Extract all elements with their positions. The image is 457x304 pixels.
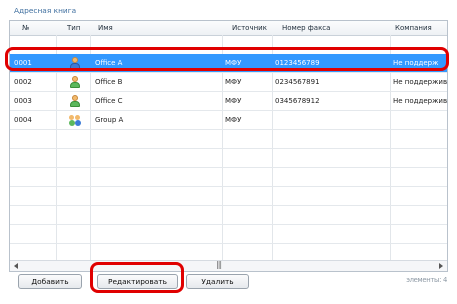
person-green-icon	[69, 95, 81, 107]
scroll-left-icon[interactable]	[14, 263, 18, 269]
cell-name: Office C	[95, 97, 123, 105]
table-row[interactable]: 0001 Office A МФУ 0123456789 Не поддерж	[10, 54, 447, 73]
empty-row	[10, 168, 447, 187]
cell-number: 0003	[14, 97, 32, 105]
table-row[interactable]: 0002 Office B МФУ 0234567891 Не поддержи…	[10, 73, 447, 92]
address-book-table[interactable]: № Тип Имя Источник Номер факса Компания …	[9, 20, 448, 272]
edit-button[interactable]: Редактировать	[97, 274, 178, 289]
cell-name: Group A	[95, 116, 124, 124]
scroll-grip-icon[interactable]: |||	[216, 260, 222, 269]
cell-number: 0004	[14, 116, 32, 124]
cell-number: 0001	[14, 59, 32, 67]
cell-source: МФУ	[225, 97, 242, 105]
column-header-source[interactable]: Источник	[232, 24, 267, 32]
column-header-company[interactable]: Компания	[395, 24, 432, 32]
empty-row	[10, 130, 447, 149]
cell-fax: 0345678912	[275, 97, 320, 105]
table-header: № Тип Имя Источник Номер факса Компания	[10, 21, 447, 36]
empty-row	[10, 187, 447, 206]
cell-number: 0002	[14, 78, 32, 86]
delete-button[interactable]: Удалить	[186, 274, 249, 289]
column-header-number[interactable]: №	[22, 24, 29, 32]
cell-company: Не поддерж	[393, 59, 439, 67]
horizontal-scrollbar[interactable]: |||	[10, 260, 447, 271]
cell-company: Не поддержив	[393, 97, 448, 105]
empty-row	[10, 206, 447, 225]
column-header-name[interactable]: Имя	[98, 24, 113, 32]
address-book-title: Адресная книга	[14, 6, 77, 15]
table-row[interactable]: 0004 Group A МФУ	[10, 111, 447, 130]
cell-source: МФУ	[225, 116, 242, 124]
column-header-fax[interactable]: Номер факса	[282, 24, 330, 32]
cell-fax: 0234567891	[275, 78, 320, 86]
empty-row	[10, 149, 447, 168]
add-button[interactable]: Добавить	[18, 274, 82, 289]
person-blue-icon	[69, 57, 81, 69]
cell-source: МФУ	[225, 78, 242, 86]
person-green-icon	[69, 76, 81, 88]
scroll-right-icon[interactable]	[439, 263, 443, 269]
group-icon	[69, 114, 81, 126]
column-header-type[interactable]: Тип	[67, 24, 80, 32]
table-row[interactable]: 0003 Office C МФУ 0345678912 Не поддержи…	[10, 92, 447, 111]
empty-row	[10, 225, 447, 244]
cell-fax: 0123456789	[275, 59, 320, 67]
cell-source: МФУ	[225, 59, 242, 67]
items-count: элементы: 4	[406, 276, 447, 284]
cell-company: Не поддержив	[393, 78, 448, 86]
cell-name: Office A	[95, 59, 123, 67]
cell-name: Office B	[95, 78, 123, 86]
